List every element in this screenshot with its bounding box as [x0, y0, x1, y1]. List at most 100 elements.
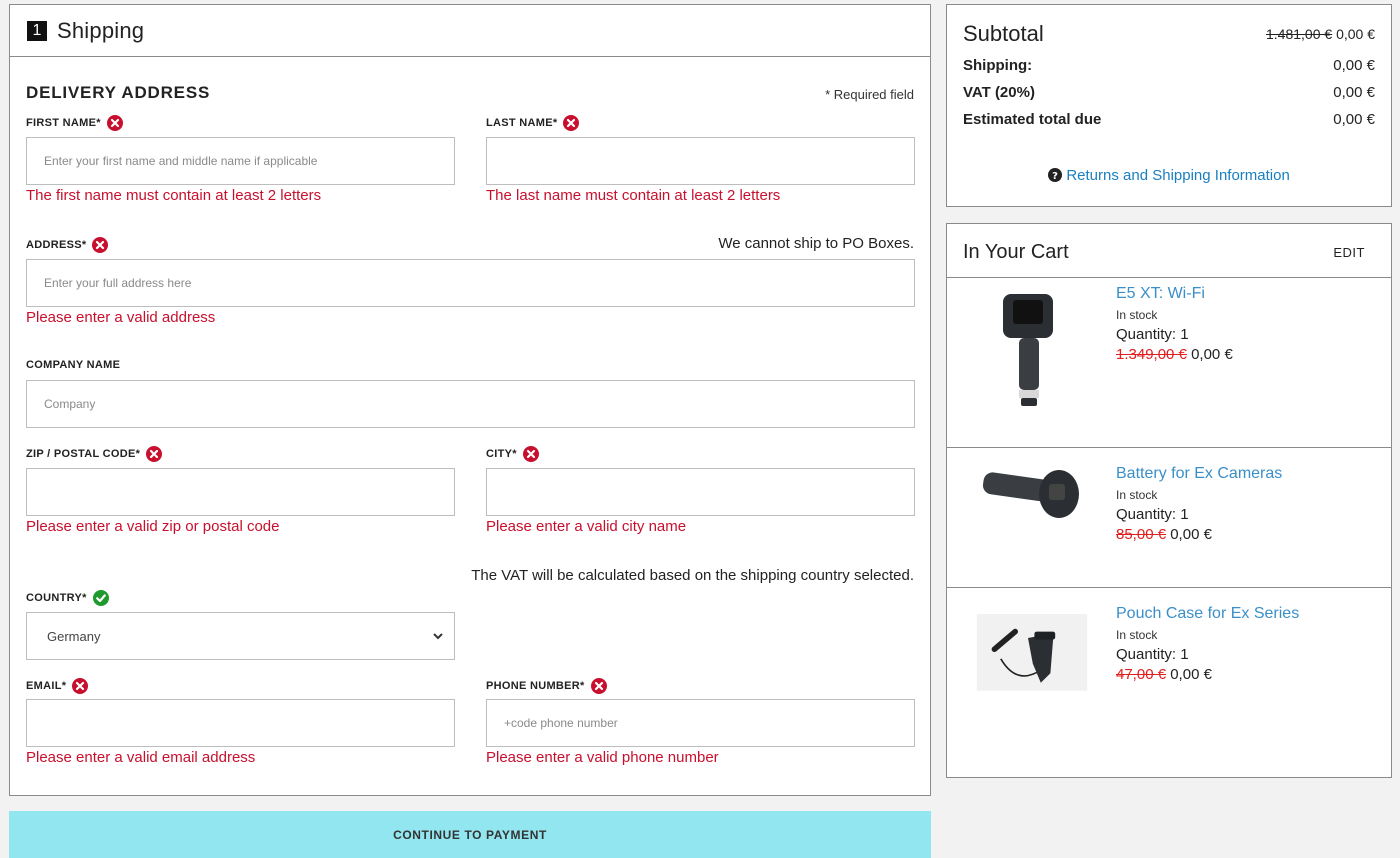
city-label: CITY*: [486, 446, 539, 462]
email-input[interactable]: [26, 699, 455, 747]
shipping-header: 1 Shipping: [10, 5, 930, 57]
subtotal-new-price: 0,00 €: [1336, 26, 1375, 42]
cart-item-info: Battery for Ex Cameras In stock Quantity…: [1116, 465, 1282, 543]
total-value: 0,00 €: [1333, 111, 1375, 128]
step-number: 1: [27, 20, 47, 41]
address-label: ADDRESS*: [26, 237, 109, 253]
address-error: Please enter a valid address: [26, 309, 216, 326]
first-name-input[interactable]: [26, 137, 455, 185]
cart-item-old-price: 85,00 €: [1116, 526, 1167, 543]
cart-item-price: 47,00 € 0,00 €: [1116, 666, 1299, 683]
x-circle-icon: [106, 115, 123, 131]
last-name-label-text: LAST NAME*: [486, 117, 558, 129]
cart-item-quantity: Quantity: 1: [1116, 506, 1189, 523]
email-label-text: EMAIL*: [26, 680, 67, 692]
cart-item-new-price: 0,00 €: [1170, 666, 1212, 683]
vat-row: VAT (20%) 0,00 €: [963, 84, 1375, 101]
company-label-text: COMPANY NAME: [26, 359, 121, 371]
cart-item: E5 XT: Wi-Fi In stock Quantity: 1 1.349,…: [947, 277, 1391, 417]
battery-image: [982, 470, 1079, 518]
pouch-case-image: [976, 614, 1088, 691]
address-input[interactable]: [26, 259, 915, 307]
last-name-error: The last name must contain at least 2 le…: [486, 187, 781, 204]
last-name-input[interactable]: [486, 137, 915, 185]
shipping-title: Shipping: [57, 17, 145, 43]
check-circle-icon: [92, 590, 109, 606]
po-box-hint: We cannot ship to PO Boxes.: [718, 235, 914, 252]
cart-item-stock: In stock: [1116, 308, 1158, 322]
cart-item-info: E5 XT: Wi-Fi In stock Quantity: 1 1.349,…: [1116, 285, 1233, 363]
cart-item-quantity: Quantity: 1: [1116, 646, 1189, 663]
x-circle-icon: [146, 446, 163, 462]
x-circle-icon: [563, 115, 580, 131]
vat-value: 0,00 €: [1333, 84, 1375, 101]
cart-panel: In Your Cart EDIT E5 XT: Wi-Fi In stock …: [946, 223, 1392, 778]
cart-item-stock: In stock: [1116, 488, 1158, 502]
cart-header: In Your Cart EDIT: [963, 241, 1365, 264]
question-circle-icon: ?: [1048, 168, 1063, 182]
city-error: Please enter a valid city name: [486, 518, 687, 535]
country-select-value: Germany: [47, 628, 101, 644]
phone-label: PHONE NUMBER*: [486, 678, 607, 694]
shipping-panel: 1 Shipping DELIVERY ADDRESS * Required f…: [9, 4, 931, 796]
city-label-text: CITY*: [486, 448, 517, 460]
subtotal-label: Subtotal: [963, 21, 1044, 46]
thermal-camera-image: [1003, 294, 1053, 406]
continue-to-payment-button[interactable]: CONTINUE TO PAYMENT: [9, 811, 931, 858]
first-name-error: The first name must contain at least 2 l…: [26, 187, 322, 204]
city-input[interactable]: [486, 468, 915, 516]
shipping-cost-label: Shipping:: [963, 57, 1033, 74]
first-name-label-text: FIRST NAME*: [26, 117, 101, 129]
cart-item-old-price: 47,00 €: [1116, 666, 1167, 683]
country-select[interactable]: Germany: [26, 612, 455, 660]
last-name-label: LAST NAME*: [486, 115, 580, 131]
order-summary-panel: Subtotal 1.481,00 € 0,00 € Shipping: 0,0…: [946, 4, 1392, 207]
cart-item-name[interactable]: Battery for Ex Cameras: [1116, 465, 1282, 483]
returns-link-text: Returns and Shipping Information: [1066, 167, 1290, 184]
zip-label: ZIP / POSTAL CODE*: [26, 446, 163, 462]
phone-label-text: PHONE NUMBER*: [486, 680, 585, 692]
cart-item-stock: In stock: [1116, 628, 1158, 642]
zip-label-text: ZIP / POSTAL CODE*: [26, 448, 141, 460]
subtotal-value: 1.481,00 € 0,00 €: [1266, 26, 1375, 42]
subtotal-old-price: 1.481,00 €: [1266, 26, 1333, 42]
returns-shipping-link[interactable]: ? Returns and Shipping Information: [947, 167, 1391, 184]
cart-item-name[interactable]: E5 XT: Wi-Fi: [1116, 285, 1233, 303]
cart-item-old-price: 1.349,00 €: [1116, 346, 1187, 363]
cart-item-price: 1.349,00 € 0,00 €: [1116, 346, 1233, 363]
country-label-text: COUNTRY*: [26, 592, 87, 604]
zip-input[interactable]: [26, 468, 455, 516]
cart-item-price: 85,00 € 0,00 €: [1116, 526, 1282, 543]
x-circle-icon: [522, 446, 539, 462]
vat-note: The VAT will be calculated based on the …: [471, 567, 914, 584]
chevron-down-icon: [433, 633, 443, 640]
phone-error: Please enter a valid phone number: [486, 749, 719, 766]
cart-item-new-price: 0,00 €: [1191, 346, 1233, 363]
shipping-cost-row: Shipping: 0,00 €: [963, 57, 1375, 74]
cart-title: In Your Cart: [963, 241, 1069, 263]
total-row: Estimated total due 0,00 €: [963, 111, 1375, 128]
company-label: COMPANY NAME: [26, 359, 120, 371]
x-circle-icon: [72, 678, 89, 694]
email-label: EMAIL*: [26, 678, 89, 694]
subtotal-row: Subtotal 1.481,00 € 0,00 €: [963, 21, 1375, 47]
cart-item-name[interactable]: Pouch Case for Ex Series: [1116, 605, 1299, 623]
company-input[interactable]: [26, 380, 915, 428]
country-label: COUNTRY*: [26, 590, 109, 606]
x-circle-icon: [92, 237, 109, 253]
svg-text:?: ?: [1052, 171, 1058, 182]
cart-item: Battery for Ex Cameras In stock Quantity…: [947, 447, 1391, 587]
shipping-cost-value: 0,00 €: [1333, 57, 1375, 74]
edit-cart-link[interactable]: EDIT: [1333, 245, 1365, 260]
cart-item-quantity: Quantity: 1: [1116, 326, 1189, 343]
first-name-label: FIRST NAME*: [26, 115, 123, 131]
vat-label: VAT (20%): [963, 84, 1035, 101]
cart-item-new-price: 0,00 €: [1170, 526, 1212, 543]
required-field-note: * Required field: [825, 87, 914, 102]
address-label-text: ADDRESS*: [26, 239, 87, 251]
cart-item-info: Pouch Case for Ex Series In stock Quanti…: [1116, 605, 1299, 683]
delivery-address-title: DELIVERY ADDRESS: [26, 83, 211, 102]
phone-input[interactable]: [486, 699, 915, 747]
cart-item: Pouch Case for Ex Series In stock Quanti…: [947, 587, 1391, 727]
email-error: Please enter a valid email address: [26, 749, 256, 766]
